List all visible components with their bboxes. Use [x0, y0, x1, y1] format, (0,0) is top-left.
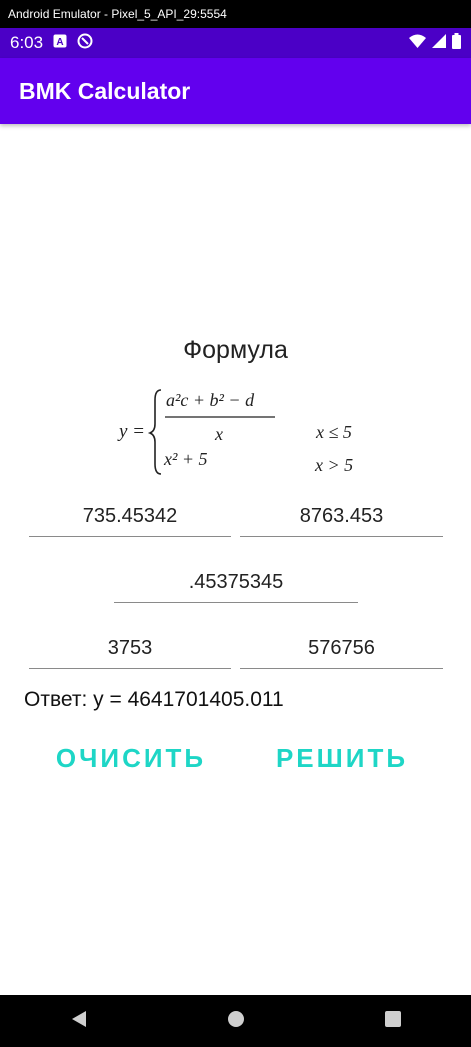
battery-icon [452, 32, 461, 54]
signal-icon [432, 33, 446, 53]
input-x[interactable]: 576756 [240, 631, 443, 669]
input-d[interactable]: 3753 [29, 631, 231, 669]
formula-image: y = a²c + b² − d x x ≤ 5 x² + 5 x > 5 [117, 389, 353, 475]
sync-icon [77, 33, 93, 54]
clear-button[interactable]: ОЧИСИТЬ [46, 736, 216, 780]
navigation-bar [0, 995, 471, 1047]
notification-a-icon: A [53, 34, 67, 53]
wifi-icon [409, 34, 426, 53]
emulator-title-bar: Android Emulator - Pixel_5_API_29:5554 [0, 0, 471, 28]
formula-lhs: y = [117, 421, 145, 442]
app-title: BMK Calculator [19, 77, 191, 104]
formula-case1-condition: x ≤ 5 [315, 422, 352, 442]
back-icon[interactable] [69, 1009, 89, 1034]
formula-case1-denominator: x [214, 424, 223, 444]
input-c[interactable]: .45375345 [114, 565, 358, 603]
emulator-title: Android Emulator - Pixel_5_API_29:5554 [8, 7, 227, 21]
answer-text: Ответ: y = 4641701405.011 [24, 688, 284, 711]
status-bar: 6:03 A [0, 28, 471, 58]
formula-case2: x² + 5 [163, 449, 208, 469]
formula-case1-numerator: a²c + b² − d [166, 390, 255, 410]
status-time: 6:03 [10, 33, 44, 52]
app-bar: BMK Calculator [0, 58, 471, 124]
home-icon[interactable] [226, 1009, 246, 1034]
formula-case2-condition: x > 5 [314, 455, 353, 475]
svg-text:A: A [56, 37, 63, 48]
input-a[interactable]: 735.45342 [29, 499, 231, 537]
input-b[interactable]: 8763.453 [240, 499, 443, 537]
recents-icon[interactable] [383, 1009, 403, 1034]
solve-button[interactable]: РЕШИТЬ [266, 736, 418, 780]
formula-heading: Формула [183, 336, 288, 364]
